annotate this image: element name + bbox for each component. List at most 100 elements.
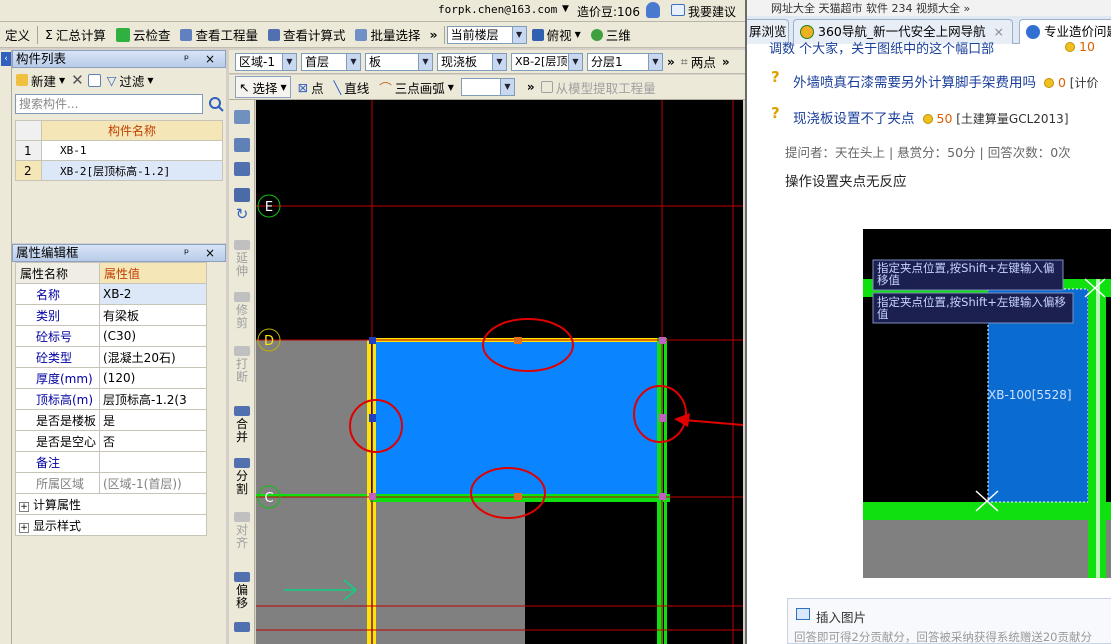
floor-select[interactable]: 首层 ▼ <box>301 52 361 71</box>
property-value[interactable]: (区域-1(首层)) <box>99 472 207 494</box>
bell-icon[interactable] <box>646 2 660 18</box>
property-row[interactable]: 是否是空心否 <box>15 430 207 452</box>
selected-slab[interactable] <box>372 341 663 497</box>
arc-option-select[interactable]: ▼ <box>460 78 515 96</box>
mirror-icon[interactable] <box>233 162 251 178</box>
property-value[interactable]: 层顶标高-1.2(3 <box>99 388 207 410</box>
toolbar-overflow-icon[interactable]: » <box>667 55 675 69</box>
grip-midpoint-bottom[interactable] <box>514 493 522 500</box>
more-tool-icon[interactable] <box>233 622 251 634</box>
question-item[interactable]: 外墙喷真石漆需要另外计算脚手架费用吗 0 [计价 <box>793 71 1098 91</box>
grip-corner[interactable] <box>369 493 376 500</box>
toolbar-overflow-icon[interactable]: » <box>527 80 535 94</box>
merge-tool[interactable]: 合并 <box>233 406 251 444</box>
property-group-row[interactable]: + 显示样式 <box>15 514 207 536</box>
property-row[interactable]: 是否是楼板是 <box>15 409 207 431</box>
point-tool-button[interactable]: ⊠ 点 <box>295 76 327 98</box>
grip-corner[interactable] <box>659 337 666 344</box>
grip-corner[interactable] <box>659 493 666 500</box>
table-row[interactable]: 2 XB-2[层顶标高-1.2] <box>15 160 223 181</box>
question-title[interactable]: 外墙喷真石漆需要另外计算脚手架费用吗 <box>793 75 1036 91</box>
extend-tool[interactable]: 延伸 <box>233 240 251 278</box>
grip-midpoint-right[interactable] <box>659 414 666 422</box>
table-row[interactable]: 1 XB-1 <box>15 140 223 161</box>
toolbar-overflow-icon[interactable]: » <box>426 24 442 46</box>
panel-pin-close-icons[interactable]: ᵖ × <box>184 245 221 261</box>
panel-pin-close-icons[interactable]: ᵖ × <box>184 51 221 67</box>
summary-calc-button[interactable]: Σ 汇总计算 <box>40 24 111 46</box>
property-value[interactable]: (C30) <box>99 325 207 347</box>
property-value[interactable]: XB-2 <box>99 283 207 305</box>
component-search-input[interactable]: 搜索构件... <box>15 94 203 114</box>
grip-corner[interactable] <box>369 337 376 344</box>
beam-yellow-left[interactable] <box>367 340 371 644</box>
property-value[interactable]: (混凝土20石) <box>99 346 207 368</box>
chevron-down-icon[interactable]: ▼ <box>562 4 569 14</box>
grip-midpoint-top[interactable] <box>514 337 522 344</box>
property-row[interactable]: 顶标高(m) 层顶标高-1.2(3 <box>15 388 207 410</box>
answer-editor[interactable]: 插入图片 回答即可得2分贡献分，回答被采纳获得系统赠送20贡献分 <box>787 598 1111 644</box>
suggestion-link[interactable]: 我要建议 <box>688 3 736 20</box>
question-link-partial[interactable]: 调数 个大家，关于图纸中的这个幅口部 <box>769 38 994 57</box>
expander-display-style[interactable]: + 显示样式 <box>15 514 207 536</box>
collapse-left-icon[interactable]: ‹ <box>1 52 11 66</box>
image-icon[interactable] <box>796 608 810 620</box>
define-button[interactable]: 定义 <box>0 24 35 46</box>
property-row[interactable]: 名称 XB-2 <box>15 283 207 305</box>
align-tool[interactable]: 对齐 <box>233 512 251 550</box>
beam-yellow-left-inner[interactable] <box>373 340 376 644</box>
cad-canvas[interactable]: E D C <box>256 100 743 644</box>
property-row[interactable]: 备注 <box>15 451 207 473</box>
move-icon[interactable] <box>233 188 251 204</box>
property-row[interactable]: 砼标号 (C30) <box>15 325 207 347</box>
search-icon[interactable] <box>207 94 225 114</box>
property-row[interactable]: 厚度(mm) (120) <box>15 367 207 389</box>
extract-quantities-button[interactable]: 从模型提取工程量 <box>539 76 658 98</box>
current-floor-select[interactable]: 当前楼层 ▼ <box>446 25 527 44</box>
expander-calc-props[interactable]: + 计算属性 <box>15 493 207 515</box>
property-value[interactable]: (120) <box>99 367 207 389</box>
property-row[interactable]: 砼类型 (混凝土20石) <box>15 346 207 368</box>
break-tool[interactable]: 打断 <box>233 346 251 384</box>
view-quantities-button[interactable]: 查看工程量 <box>175 24 263 46</box>
subtype-select[interactable]: 现浇板 ▼ <box>437 52 507 71</box>
split-tool[interactable]: 分割 <box>233 458 251 496</box>
toolbar-overflow-icon[interactable]: » <box>722 55 730 69</box>
batch-select-button[interactable]: 批量选择 <box>350 24 425 46</box>
component-name[interactable]: XB-1 <box>41 140 223 161</box>
three-d-button[interactable]: 三维 <box>586 24 636 46</box>
trim-tool[interactable]: 修剪 <box>233 292 251 330</box>
layer-select[interactable]: 分层1 ▼ <box>587 52 663 71</box>
beam-green-right-outer[interactable] <box>664 338 667 644</box>
view-formula-button[interactable]: 查看计算式 <box>263 24 351 46</box>
question-title[interactable]: 现浇板设置不了夹点 <box>793 111 915 127</box>
answer-placeholder[interactable]: 回答即可得2分贡献分，回答被采纳获得系统赠送20贡献分 <box>794 629 1111 644</box>
line-tool-button[interactable]: ╲ 直线 <box>331 76 373 98</box>
filter-button[interactable]: ▽ 过滤 ▼ <box>105 69 156 91</box>
grip-midpoint-left[interactable] <box>369 414 376 422</box>
cloud-check-button[interactable]: 云检查 <box>111 24 176 46</box>
brush-icon[interactable] <box>233 110 251 126</box>
delete-icon[interactable]: ✕ <box>71 71 84 89</box>
property-value[interactable]: 是 <box>99 409 207 431</box>
rotate-icon[interactable]: ↻ <box>233 207 251 222</box>
property-row[interactable]: 所属区域 (区域-1(首层)) <box>15 472 207 494</box>
copy-icon[interactable] <box>87 73 101 87</box>
new-component-button[interactable]: 新建 ▼ <box>14 69 67 91</box>
two-points-button[interactable]: ⌗ 两点 <box>679 51 718 73</box>
question-item[interactable]: 现浇板设置不了夹点 50 [土建算量GCL2013] <box>793 107 1069 127</box>
account-email[interactable]: forpk.chen@163.com <box>438 3 557 16</box>
expand-plus-icon[interactable]: + <box>19 522 29 533</box>
insert-image-button[interactable]: 插入图片 <box>816 607 866 626</box>
shapes-icon[interactable] <box>233 138 251 154</box>
expand-plus-icon[interactable]: + <box>19 501 29 512</box>
component-select[interactable]: XB-2[层顶 ▼ <box>511 52 583 71</box>
property-group-row[interactable]: + 计算属性 <box>15 493 207 515</box>
offset-tool[interactable]: 偏移 <box>233 572 251 610</box>
bookmarks-text[interactable]: 网址大全 天猫超市 软件 234 视频大全 » <box>771 2 970 15</box>
property-value[interactable] <box>99 451 207 473</box>
type-select[interactable]: 板 ▼ <box>365 52 433 71</box>
cad-drawing[interactable]: E D C <box>256 100 743 644</box>
component-name[interactable]: XB-2[层顶标高-1.2] <box>41 160 223 181</box>
property-row[interactable]: 类别 有梁板 <box>15 304 207 326</box>
